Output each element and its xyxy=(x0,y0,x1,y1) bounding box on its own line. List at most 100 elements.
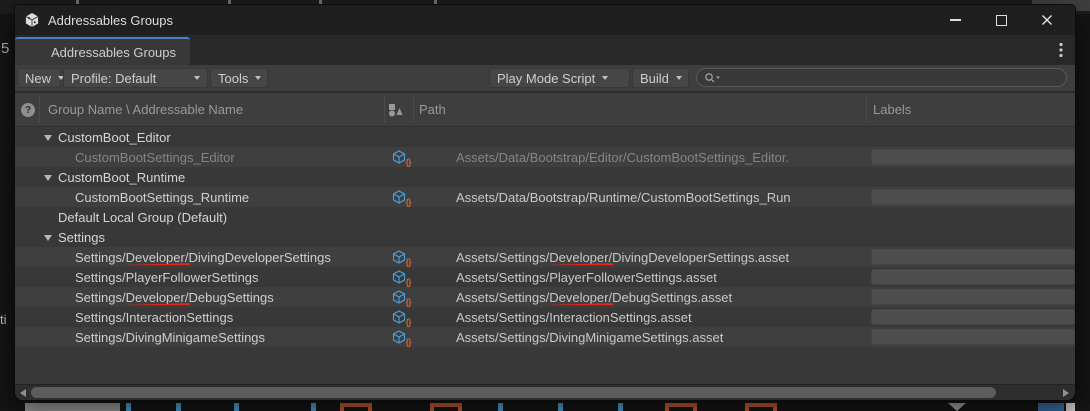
chevron-down-icon xyxy=(676,76,682,80)
addressables-groups-window: Addressables Groups Addressables Groups xyxy=(14,4,1076,401)
tree-row[interactable]: Settings/InteractionSettings {} Assets/S… xyxy=(15,307,1075,327)
build-button[interactable]: Build xyxy=(632,68,689,88)
foldout-arrow-icon[interactable] xyxy=(42,167,58,187)
group-name-cell: CustomBoot_Editor xyxy=(15,127,384,147)
path-cell: Assets/Data/Bootstrap/Editor/CustomBootS… xyxy=(413,150,866,165)
scrollbar-thumb[interactable] xyxy=(31,387,996,398)
addressable-name-cell: Settings/Developer/DebugSettings xyxy=(15,290,384,305)
labels-field[interactable] xyxy=(871,269,1075,285)
profile-dropdown[interactable]: Profile: Default xyxy=(63,68,208,88)
close-button[interactable] xyxy=(1037,10,1057,30)
foldout-arrow-icon[interactable] xyxy=(42,127,58,147)
column-divider[interactable] xyxy=(866,96,867,123)
text-segment: /DebugSettings xyxy=(185,290,274,305)
tree-row[interactable]: CustomBoot_Runtime xyxy=(15,167,1075,187)
tree-row[interactable]: Settings/Developer/DivingDeveloperSettin… xyxy=(15,247,1075,267)
labels-field[interactable] xyxy=(871,329,1075,345)
braces-glyph: {} xyxy=(405,157,410,167)
background-fragment xyxy=(234,403,239,411)
tree-row[interactable]: Settings/Developer/DebugSettings {} Asse… xyxy=(15,287,1075,307)
text-segment: Assets/Settings/PlayerFollowerSettings.a… xyxy=(456,270,717,285)
tree-row[interactable]: Settings xyxy=(15,227,1075,247)
background-fragment xyxy=(665,403,697,411)
background-app-bottom xyxy=(0,402,1090,411)
chevron-down-icon xyxy=(255,76,261,80)
column-divider[interactable] xyxy=(39,96,40,123)
help-icon[interactable]: ? xyxy=(21,103,35,117)
column-divider[interactable] xyxy=(413,96,414,123)
asset-type-cell: {} xyxy=(384,190,413,205)
background-fragment xyxy=(618,403,623,411)
path-cell: Assets/Settings/PlayerFollowerSettings.a… xyxy=(413,270,866,285)
window-menu-icon[interactable] xyxy=(1057,42,1065,58)
braces-glyph: {} xyxy=(405,317,410,327)
text-segment: Settings/ xyxy=(75,290,126,305)
red-underline-annotation: Developer xyxy=(126,250,185,265)
tree-row[interactable]: CustomBoot_Editor xyxy=(15,127,1075,147)
text-segment: Settings/ xyxy=(75,250,126,265)
braces-glyph: {} xyxy=(405,257,410,267)
column-header-path[interactable]: Path xyxy=(419,93,446,126)
background-fragment xyxy=(126,403,131,411)
column-header-labels[interactable]: Labels xyxy=(873,93,911,126)
text-segment: Settings/DivingMinigameSettings xyxy=(75,330,265,345)
text-segment: CustomBootSettings_Runtime xyxy=(75,190,249,205)
background-fragment xyxy=(745,403,777,411)
scriptable-object-icon: {} xyxy=(392,330,406,345)
asset-type-column-icon[interactable] xyxy=(388,103,404,120)
addressable-name-cell: Settings/PlayerFollowerSettings xyxy=(15,270,384,285)
text-segment: Assets/Settings/ xyxy=(456,250,549,265)
path-cell: Assets/Data/Bootstrap/Runtime/CustomBoot… xyxy=(413,190,866,205)
tree-row[interactable]: Default Local Group (Default) xyxy=(15,207,1075,227)
column-divider[interactable] xyxy=(384,96,385,123)
labels-field[interactable] xyxy=(871,289,1075,305)
table-empty-area xyxy=(15,347,1075,384)
group-label: CustomBoot_Editor xyxy=(58,130,171,145)
labels-field[interactable] xyxy=(871,309,1075,325)
tab-addressables-groups[interactable]: Addressables Groups xyxy=(15,37,190,65)
labels-field[interactable] xyxy=(871,189,1075,205)
scriptable-object-icon: {} xyxy=(392,150,406,165)
tree-row[interactable]: CustomBootSettings_Editor {} Assets/Data… xyxy=(15,147,1075,167)
new-button[interactable]: New xyxy=(17,68,61,88)
braces-glyph: {} xyxy=(405,197,410,207)
text-segment: Assets/Data/Bootstrap/Runtime/CustomBoot… xyxy=(456,190,791,205)
tree-row[interactable]: CustomBootSettings_Runtime {} Assets/Dat… xyxy=(15,187,1075,207)
window-titlebar[interactable]: Addressables Groups xyxy=(15,5,1075,35)
path-cell: Assets/Settings/Developer/DebugSettings.… xyxy=(413,290,866,305)
chevron-down-icon xyxy=(194,76,200,80)
search-input[interactable] xyxy=(696,68,1067,87)
play-mode-script-dropdown[interactable]: Play Mode Script xyxy=(489,68,630,88)
background-fragment xyxy=(311,403,316,411)
column-header-group-name[interactable]: Group Name \ Addressable Name xyxy=(48,93,243,126)
profile-dropdown-label: Profile: Default xyxy=(71,71,156,86)
labels-cell xyxy=(866,249,1075,265)
text-segment: /DivingDeveloperSettings.asset xyxy=(608,250,789,265)
scroll-right-icon[interactable] xyxy=(1063,389,1069,397)
tools-button[interactable]: Tools xyxy=(210,68,268,88)
text-segment: Assets/Settings/DivingMinigameSettings.a… xyxy=(456,330,723,345)
tab-label: Addressables Groups xyxy=(51,45,176,60)
foldout-arrow-icon[interactable] xyxy=(42,227,58,247)
group-name-cell: Default Local Group (Default) xyxy=(15,207,384,227)
braces-glyph: {} xyxy=(405,277,410,287)
braces-glyph: {} xyxy=(405,297,410,307)
path-cell: Assets/Settings/Developer/DivingDevelope… xyxy=(413,250,866,265)
group-name-cell: Settings xyxy=(15,227,384,247)
asset-type-cell: {} xyxy=(384,150,413,165)
labels-field[interactable] xyxy=(871,149,1075,165)
maximize-button[interactable] xyxy=(991,10,1011,30)
tree-row[interactable]: Settings/PlayerFollowerSettings {} Asset… xyxy=(15,267,1075,287)
text-segment: Assets/Data/Bootstrap/Editor/CustomBootS… xyxy=(456,150,789,165)
tree-row[interactable]: Settings/DivingMinigameSettings {} Asset… xyxy=(15,327,1075,347)
minimize-button[interactable] xyxy=(945,10,965,30)
red-underline-annotation: Developer xyxy=(549,250,608,265)
labels-field[interactable] xyxy=(871,249,1075,265)
window-title: Addressables Groups xyxy=(48,13,173,28)
horizontal-scrollbar[interactable] xyxy=(15,384,1075,400)
scroll-left-icon[interactable] xyxy=(20,389,26,397)
new-button-label: New xyxy=(25,71,51,86)
labels-cell xyxy=(866,309,1075,325)
group-name-cell: CustomBoot_Runtime xyxy=(15,167,384,187)
addressable-name-cell: CustomBootSettings_Editor xyxy=(15,150,384,165)
